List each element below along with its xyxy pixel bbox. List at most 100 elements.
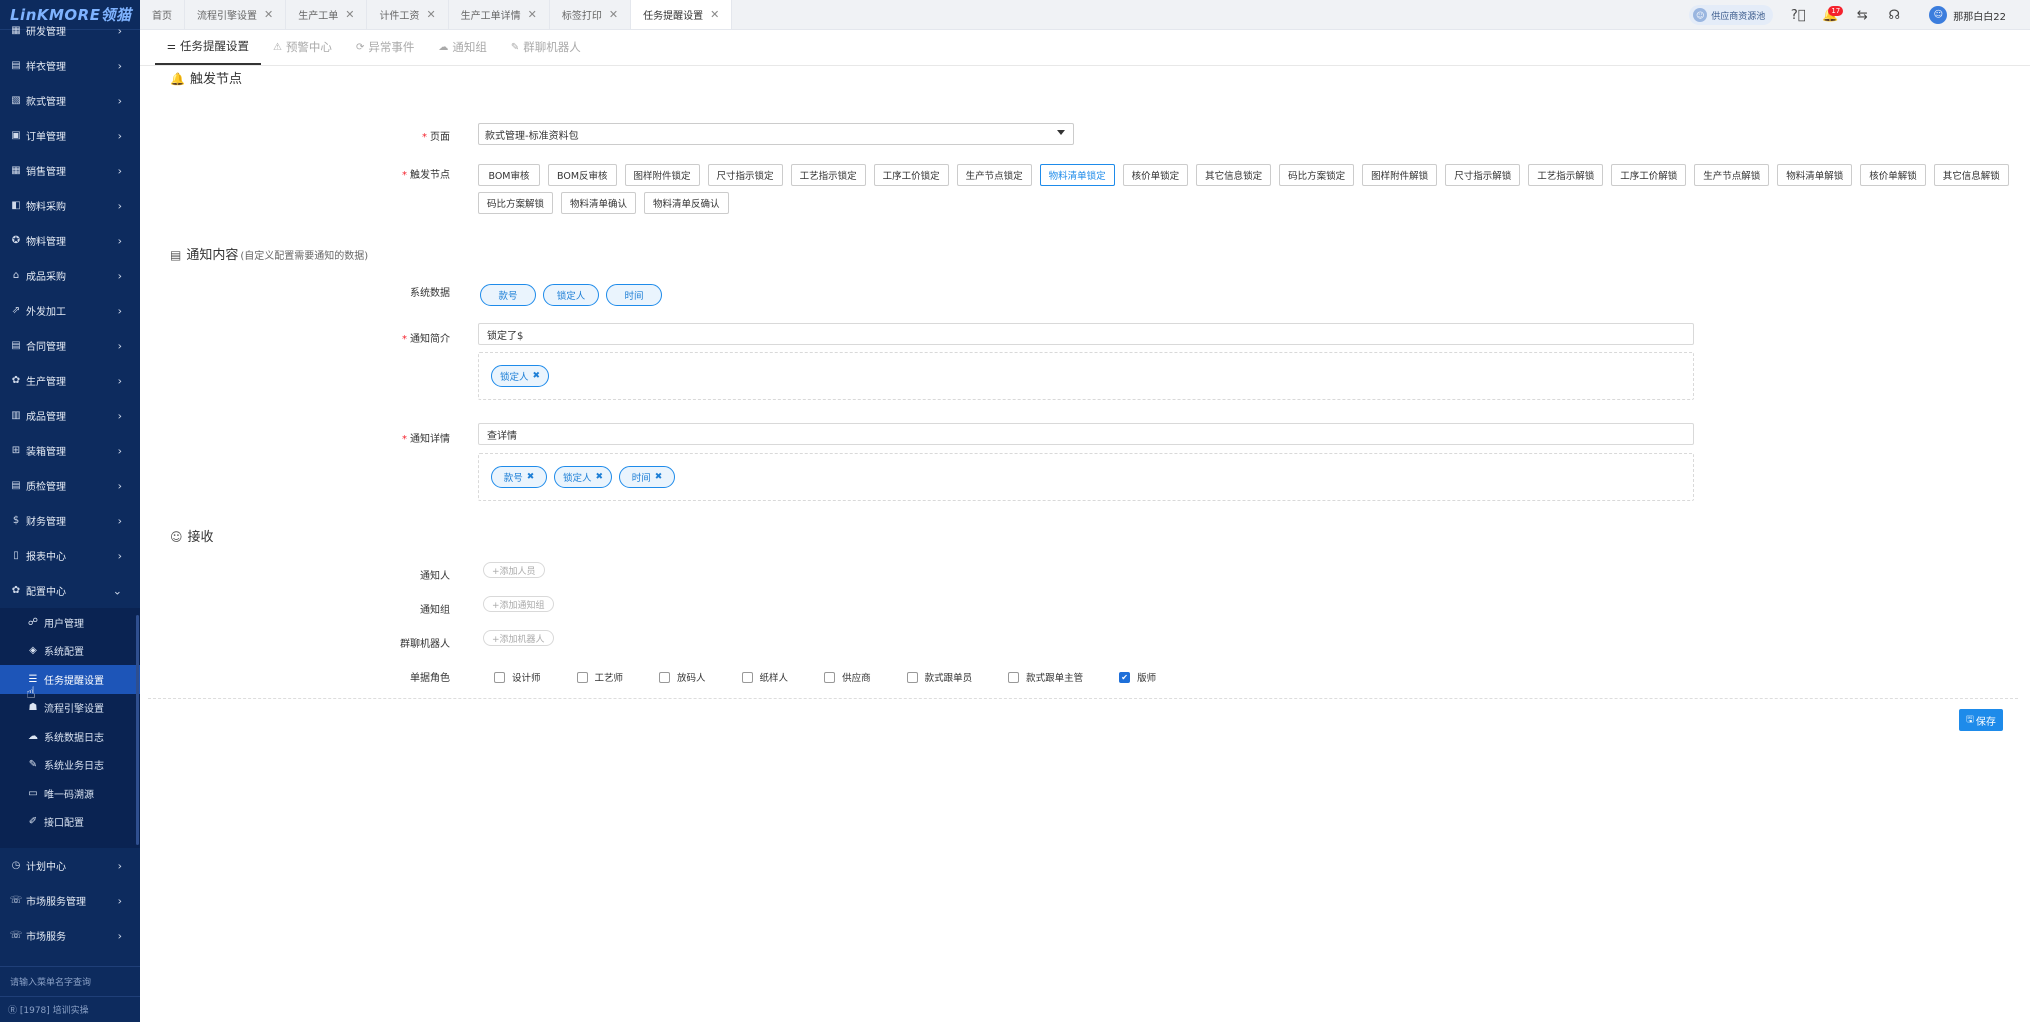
sidebar-scrollbar[interactable]: [136, 615, 139, 845]
sidebar-item[interactable]: ▤ 质检管理 ›: [0, 468, 140, 503]
sidebar-subitem[interactable]: ☁ 系统数据日志: [0, 722, 140, 751]
sidebar-subitem[interactable]: ✎ 系统业务日志: [0, 751, 140, 780]
switch-icon[interactable]: ⇆: [1849, 8, 1875, 23]
system-field-pill[interactable]: 时间: [606, 284, 662, 306]
tab[interactable]: 任务提醒设置 ✕: [631, 0, 733, 29]
remove-icon[interactable]: ✖: [533, 371, 541, 381]
trigger-node-button[interactable]: 码比方案解锁: [478, 192, 554, 214]
detail-tag-box[interactable]: 款号 ✖ 锁定人 ✖ 时间 ✖: [478, 453, 1694, 501]
role-checkbox[interactable]: ✔ 版师: [1119, 670, 1156, 684]
sidebar-item[interactable]: ☏ 市场服务管理 ›: [0, 883, 140, 918]
role-checkbox[interactable]: 工艺师: [576, 670, 623, 684]
sidebar-subitem[interactable]: ◈ 系统配置: [0, 637, 140, 666]
sidebar-item[interactable]: ▤ 合同管理 ›: [0, 328, 140, 363]
checkbox[interactable]: [1008, 671, 1020, 683]
system-field-pill[interactable]: 锁定人: [543, 284, 599, 306]
save-button[interactable]: 🖫 保存: [1959, 709, 2003, 731]
sidebar-item[interactable]: ▥ 成品管理 ›: [0, 398, 140, 433]
sidebar-subitem[interactable]: ☰ 任务提醒设置: [0, 665, 140, 694]
trigger-node-button[interactable]: 生产节点锁定: [956, 164, 1032, 186]
checkbox[interactable]: [906, 671, 918, 683]
subtab[interactable]: ⟳ 异常事件: [344, 29, 426, 65]
role-checkbox[interactable]: 供应商: [824, 670, 871, 684]
trigger-node-button[interactable]: 物料清单确认: [561, 192, 637, 214]
detail-input[interactable]: 查详情: [478, 423, 1694, 445]
tab[interactable]: 流程引擎设置 ✕: [185, 0, 287, 29]
trigger-node-button[interactable]: 其它信息锁定: [1196, 164, 1272, 186]
subtab[interactable]: ☁ 通知组: [426, 29, 499, 65]
trigger-node-button[interactable]: BOM反审核: [548, 164, 617, 186]
trigger-node-button[interactable]: 物料清单解锁: [1777, 164, 1853, 186]
trigger-node-button[interactable]: 工序工价解锁: [1611, 164, 1687, 186]
tag-pill[interactable]: 锁定人 ✖: [554, 466, 613, 488]
sidebar-item[interactable]: ✪ 物料管理 ›: [0, 223, 140, 258]
trigger-node-button[interactable]: 核价单锁定: [1122, 164, 1189, 186]
trigger-node-button[interactable]: 工艺指示锁定: [790, 164, 866, 186]
notification-icon[interactable]: 🔔17: [1817, 5, 1844, 23]
sidebar-item[interactable]: ◧ 物料采购 ›: [0, 188, 140, 223]
close-icon[interactable]: ✕: [710, 8, 719, 21]
brief-tag-box[interactable]: 锁定人 ✖: [478, 352, 1694, 400]
sidebar-item[interactable]: ✿ 生产管理 ›: [0, 363, 140, 398]
subtab[interactable]: ✎ 群聊机器人: [499, 29, 593, 65]
close-icon[interactable]: ✕: [609, 8, 618, 21]
close-icon[interactable]: ✕: [264, 8, 273, 21]
trigger-node-button[interactable]: 图样附件解锁: [1362, 164, 1438, 186]
role-checkbox[interactable]: 款式跟单主管: [1008, 670, 1083, 684]
role-checkbox[interactable]: 款式跟单员: [906, 670, 972, 684]
tab[interactable]: 标签打印 ✕: [549, 0, 632, 29]
add-group-button[interactable]: +添加通知组: [483, 596, 554, 612]
trigger-node-button[interactable]: 图样附件锁定: [624, 164, 700, 186]
brief-input[interactable]: 锁定了$: [478, 323, 1694, 345]
checkbox[interactable]: [741, 671, 753, 683]
checkbox-checked[interactable]: ✔: [1119, 671, 1131, 683]
menu-search-input[interactable]: 请输入菜单名字查询: [0, 966, 140, 996]
remove-icon[interactable]: ✖: [596, 472, 604, 482]
help-icon[interactable]: ?⃝: [1785, 8, 1811, 23]
trigger-node-button[interactable]: 其它信息解锁: [1933, 164, 2009, 186]
subtab[interactable]: ⚌ 任务提醒设置: [155, 29, 261, 65]
headset-icon[interactable]: ☊: [1881, 8, 1907, 23]
tag-pill[interactable]: 款号 ✖: [491, 466, 547, 488]
sidebar-subitem[interactable]: ▭ 唯一码溯源: [0, 779, 140, 808]
sidebar-item[interactable]: ☏ 市场服务 ›: [0, 918, 140, 953]
sidebar-item[interactable]: ⇗ 外发加工 ›: [0, 293, 140, 328]
close-icon[interactable]: ✕: [345, 8, 354, 21]
tab[interactable]: 生产工单 ✕: [286, 0, 368, 29]
trigger-node-button[interactable]: 尺寸指示解锁: [1445, 164, 1521, 186]
trigger-node-button[interactable]: 尺寸指示锁定: [707, 164, 783, 186]
system-field-pill[interactable]: 款号: [480, 284, 536, 306]
sidebar-subitem[interactable]: ☗ 流程引擎设置: [0, 694, 140, 723]
sidebar-item[interactable]: ▣ 订单管理 ›: [0, 118, 140, 153]
role-checkbox[interactable]: 放码人: [659, 670, 706, 684]
trigger-node-button[interactable]: 生产节点解锁: [1694, 164, 1770, 186]
tag-pill[interactable]: 锁定人 ✖: [491, 365, 550, 387]
sidebar-item[interactable]: ⊞ 装箱管理 ›: [0, 433, 140, 468]
trigger-node-button[interactable]: 码比方案锁定: [1279, 164, 1355, 186]
sidebar-item[interactable]: ▯ 报表中心 ›: [0, 538, 140, 573]
sidebar-item[interactable]: ▧ 款式管理 ›: [0, 83, 140, 118]
trigger-node-button[interactable]: 核价单解锁: [1860, 164, 1926, 186]
close-icon[interactable]: ✕: [426, 8, 435, 21]
sidebar-item[interactable]: ⌂ 成品采购 ›: [0, 258, 140, 293]
remove-icon[interactable]: ✖: [655, 472, 663, 482]
sidebar-item[interactable]: ◷ 计划中心 ›: [0, 848, 140, 883]
remove-icon[interactable]: ✖: [527, 472, 535, 482]
add-person-button[interactable]: +添加人员: [483, 562, 545, 578]
subtab[interactable]: ⚠ 预警中心: [261, 29, 344, 65]
tag-pill[interactable]: 时间 ✖: [619, 466, 676, 488]
vendor-pool-button[interactable]: ☺ 供应商资源池: [1689, 5, 1774, 25]
role-checkbox[interactable]: 设计师: [494, 670, 541, 684]
add-robot-button[interactable]: +添加机器人: [483, 630, 554, 646]
trigger-node-button[interactable]: 工艺指示解锁: [1528, 164, 1604, 186]
tab[interactable]: 生产工单详情 ✕: [448, 0, 550, 29]
user-menu[interactable]: ☺ 那那白白22: [1929, 6, 2006, 24]
page-select[interactable]: 款式管理-标准资料包: [478, 123, 1074, 145]
sidebar-subitem[interactable]: ☍ 用户管理: [0, 608, 140, 637]
trigger-node-button[interactable]: 物料清单反确认: [644, 192, 729, 214]
sidebar-subitem[interactable]: ✐ 接口配置: [0, 808, 140, 837]
trigger-node-button[interactable]: 物料清单锁定: [1039, 164, 1115, 186]
checkbox[interactable]: [824, 671, 836, 683]
sidebar-item-config-center[interactable]: ✿ 配置中心 ⌄: [0, 573, 140, 608]
tab[interactable]: 计件工资 ✕: [367, 0, 449, 29]
